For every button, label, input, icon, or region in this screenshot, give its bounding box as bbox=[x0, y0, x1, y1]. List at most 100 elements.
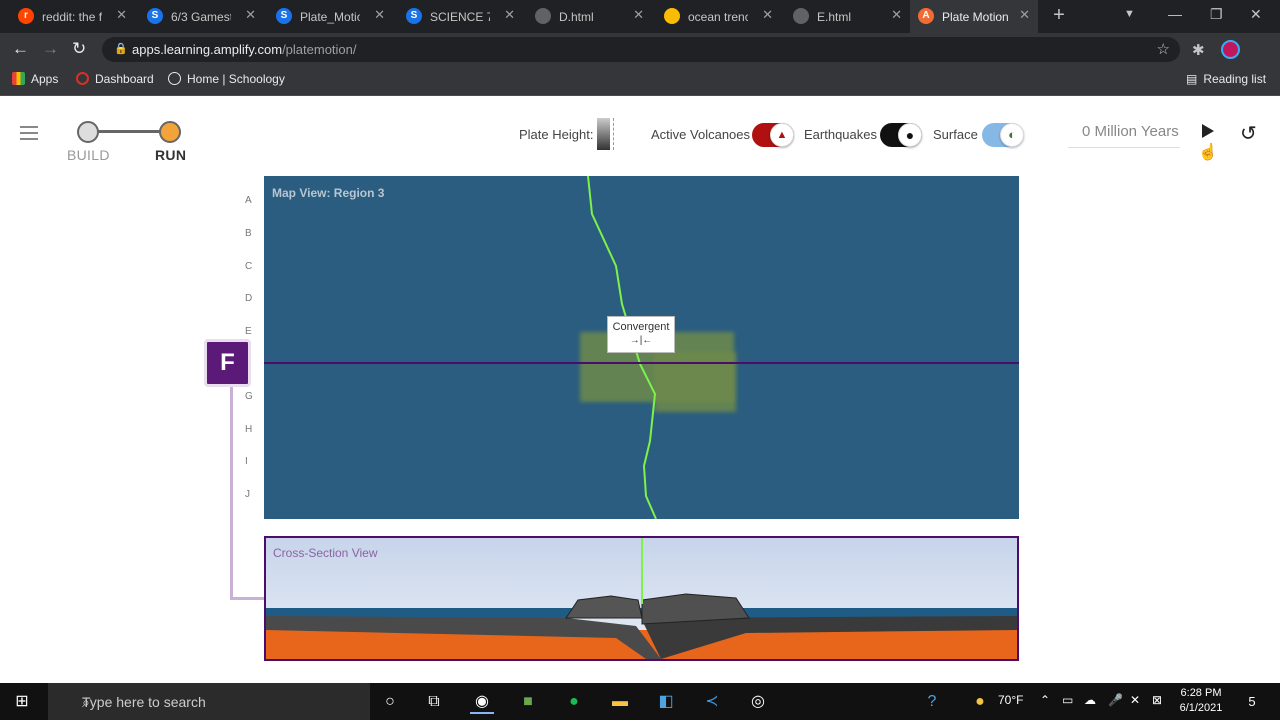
active-volcanoes-toggle[interactable]: ▲ bbox=[752, 123, 794, 147]
row-label-j[interactable]: J bbox=[245, 489, 250, 500]
tab-6[interactable]: E.html ✕ bbox=[785, 0, 910, 33]
tab-favicon-icon bbox=[793, 8, 809, 24]
tab-7[interactable]: A Plate Motion ✕ bbox=[910, 0, 1038, 33]
minecraft-icon[interactable]: ■ bbox=[516, 690, 540, 714]
spotify-icon[interactable]: ● bbox=[562, 690, 586, 714]
bookmark-dashboard[interactable]: Dashboard bbox=[76, 72, 154, 86]
reload-icon[interactable]: ↻ bbox=[72, 39, 86, 59]
close-window-button[interactable]: ✕ bbox=[1250, 6, 1262, 23]
earthquake-icon: ● bbox=[898, 123, 922, 147]
clock-date: 6/1/2021 bbox=[1179, 702, 1223, 714]
microphone-icon[interactable]: 🎤 bbox=[1108, 693, 1123, 707]
clock[interactable]: 6:28 PM 6/1/2021 bbox=[1176, 686, 1226, 716]
tab-favicon-icon: r bbox=[18, 8, 34, 24]
tab-close-icon[interactable]: ✕ bbox=[374, 7, 385, 23]
earthquakes-label: Earthquakes bbox=[804, 127, 877, 142]
battery-icon[interactable]: ▭ bbox=[1062, 693, 1073, 707]
bookmark-star-icon[interactable]: ☆ bbox=[1157, 40, 1170, 58]
build-step-label[interactable]: BUILD bbox=[67, 147, 110, 163]
map-view[interactable]: Map View: Region 3 Convergent →|← bbox=[264, 176, 1019, 519]
bookmark-apps[interactable]: Apps bbox=[12, 72, 58, 86]
plate-height-legend bbox=[597, 118, 610, 150]
tab-2[interactable]: S Plate_Motion ✕ bbox=[268, 0, 393, 33]
help-icon[interactable]: ? bbox=[920, 690, 944, 714]
surface-label: Surface bbox=[933, 127, 978, 142]
tab-favicon-icon bbox=[664, 8, 680, 24]
boundary-label-box[interactable]: Convergent →|← bbox=[607, 316, 675, 353]
tab-0[interactable]: r reddit: the fro ✕ bbox=[10, 0, 135, 33]
dashboard-icon bbox=[76, 72, 89, 85]
tab-favicon-icon bbox=[535, 8, 551, 24]
network-icon[interactable]: ☁ bbox=[1084, 693, 1096, 707]
row-label-a[interactable]: A bbox=[245, 195, 252, 206]
maximize-button[interactable]: ❐ bbox=[1210, 6, 1223, 23]
windows-taskbar: ⊞ ⌕ Type here to search ○ ⧉ ◉ ■ ● ▬ ◧ ≺ ◎… bbox=[0, 683, 1280, 720]
task-view-icon[interactable]: ⧉ bbox=[422, 690, 446, 714]
row-label-b[interactable]: B bbox=[245, 228, 252, 239]
chrome-icon[interactable]: ◉ bbox=[470, 690, 494, 714]
row-label-d[interactable]: D bbox=[245, 293, 252, 304]
row-label-g[interactable]: G bbox=[245, 391, 253, 402]
play-icon[interactable] bbox=[1202, 124, 1214, 138]
tab-search-icon[interactable]: ▼ bbox=[1124, 8, 1135, 20]
cross-section-view[interactable]: Cross-Section View bbox=[264, 536, 1019, 661]
tray-app-icon[interactable]: ⊠ bbox=[1152, 693, 1162, 707]
extensions-icon[interactable]: ✱ bbox=[1192, 41, 1205, 59]
menu-icon[interactable] bbox=[20, 126, 38, 144]
cortana-icon[interactable]: ○ bbox=[378, 690, 402, 714]
tab-5[interactable]: ocean trench ✕ bbox=[656, 0, 781, 33]
surface-toggle[interactable]: ◐ bbox=[982, 123, 1024, 147]
build-step-dot[interactable] bbox=[77, 121, 99, 143]
tab-close-icon[interactable]: ✕ bbox=[1019, 7, 1030, 23]
notifications-icon[interactable]: 5 bbox=[1240, 690, 1264, 714]
bookmark-schoology[interactable]: Home | Schoology bbox=[168, 72, 285, 86]
tab-title: 6/3 Gamestar bbox=[171, 10, 231, 24]
row-label-e[interactable]: E bbox=[245, 326, 252, 337]
tab-4[interactable]: D.html ✕ bbox=[527, 0, 652, 33]
obs-icon[interactable]: ◎ bbox=[746, 690, 770, 714]
tab-bar: r reddit: the fro ✕ S 6/3 Gamestar ✕ S Plate_Mo… bbox=[0, 0, 1280, 33]
tab-close-icon[interactable]: ✕ bbox=[633, 7, 644, 23]
tab-close-icon[interactable]: ✕ bbox=[891, 7, 902, 23]
run-step-dot[interactable] bbox=[159, 121, 181, 143]
vscode-icon[interactable]: ≺ bbox=[700, 690, 724, 714]
tab-favicon-icon: A bbox=[918, 8, 934, 24]
selected-row-marker[interactable]: F bbox=[204, 339, 251, 387]
tray-chevron-icon[interactable]: ⌃ bbox=[1040, 693, 1050, 707]
tab-close-icon[interactable]: ✕ bbox=[245, 7, 256, 23]
row-label-h[interactable]: H bbox=[245, 424, 252, 435]
earthquakes-toggle[interactable]: ● bbox=[880, 123, 922, 147]
continental-crust-west-section bbox=[565, 595, 643, 619]
windows-start-icon[interactable]: ⊞ bbox=[10, 690, 34, 714]
taskbar-search[interactable]: ⌕ Type here to search bbox=[48, 683, 370, 720]
notification-count: 5 bbox=[1248, 694, 1256, 709]
run-step-label[interactable]: RUN bbox=[155, 147, 186, 163]
step-connector bbox=[96, 130, 162, 133]
reading-list[interactable]: ▤ Reading list bbox=[1186, 72, 1266, 86]
row-label-c[interactable]: C bbox=[245, 261, 252, 272]
tab-close-icon[interactable]: ✕ bbox=[504, 7, 515, 23]
tab-close-icon[interactable]: ✕ bbox=[116, 7, 127, 23]
row-label-i[interactable]: I bbox=[245, 456, 248, 467]
schoology-icon bbox=[168, 72, 181, 85]
reset-icon[interactable]: ↺ bbox=[1240, 121, 1257, 146]
url-text: apps.learning.amplify.com/platemotion/ bbox=[132, 42, 357, 57]
tab-close-icon[interactable]: ✕ bbox=[762, 7, 773, 23]
file-explorer-icon[interactable]: ▬ bbox=[608, 690, 632, 714]
cross-section-svg bbox=[266, 538, 1017, 659]
tab-3[interactable]: S SCIENCE 7: Sc ✕ bbox=[398, 0, 523, 33]
omnibox[interactable]: 🔒 apps.learning.amplify.com/platemotion/… bbox=[102, 37, 1180, 62]
forward-icon[interactable]: → bbox=[42, 39, 59, 59]
tab-title: Plate_Motion bbox=[300, 10, 360, 24]
profile-avatar[interactable] bbox=[1221, 40, 1240, 59]
tab-favicon-icon: S bbox=[147, 8, 163, 24]
cursor-hand-icon: ☝ bbox=[1198, 144, 1218, 161]
tab-1[interactable]: S 6/3 Gamestar ✕ bbox=[139, 0, 264, 33]
volume-icon[interactable]: ✕ bbox=[1130, 693, 1140, 707]
back-icon[interactable]: ← bbox=[12, 39, 29, 59]
new-tab-button[interactable]: + bbox=[1048, 5, 1070, 27]
plate-height-label: Plate Height: bbox=[519, 127, 594, 142]
app-icon[interactable]: ◧ bbox=[654, 690, 678, 714]
map-title: Map View: Region 3 bbox=[272, 186, 385, 200]
minimize-button[interactable]: — bbox=[1168, 6, 1182, 22]
